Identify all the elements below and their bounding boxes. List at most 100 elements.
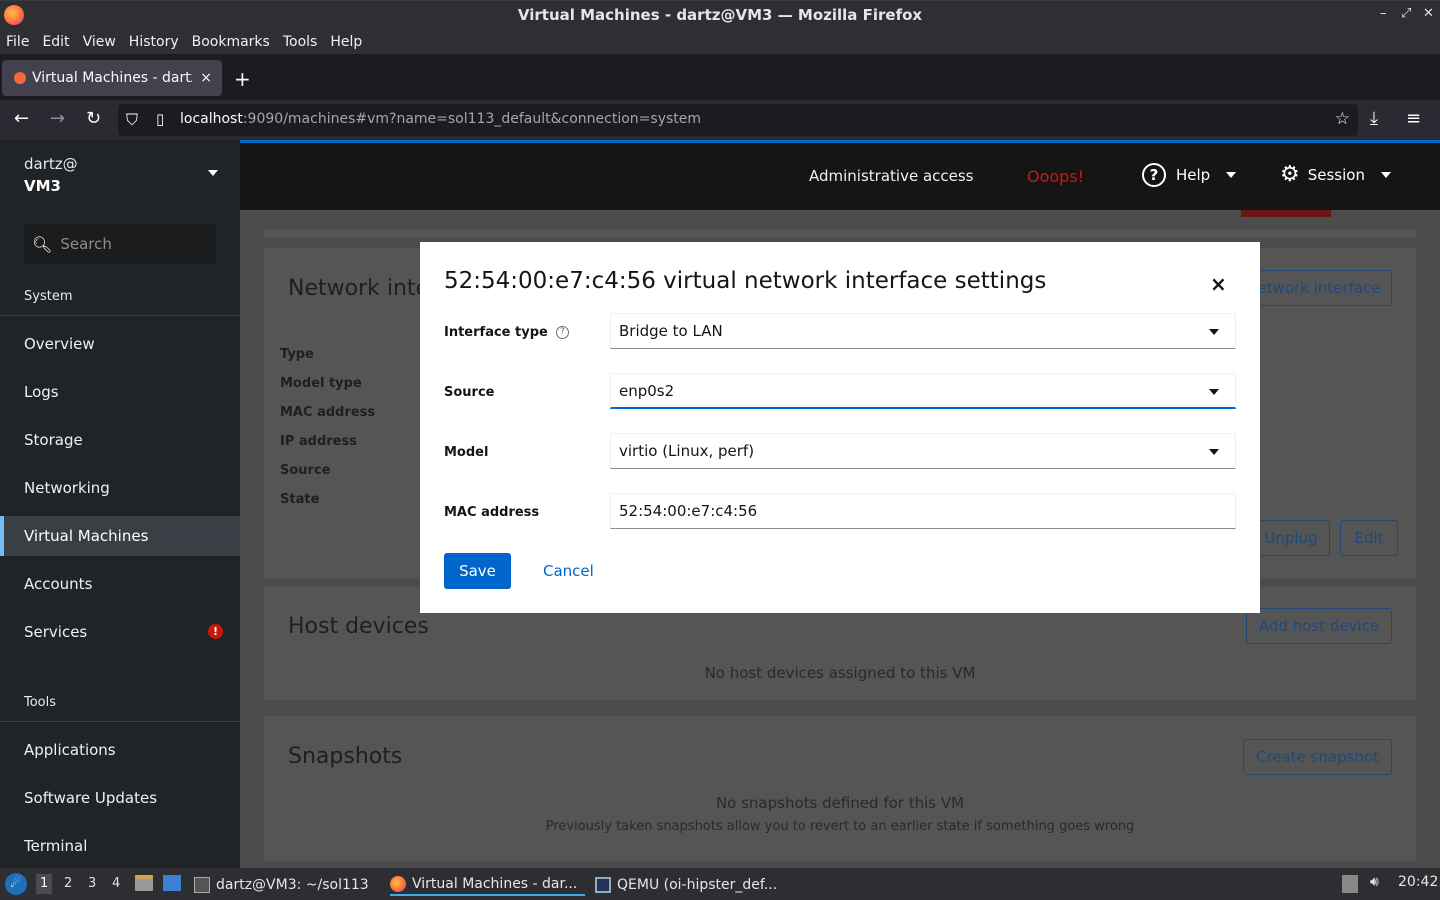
help-circle-icon[interactable]: ? (555, 326, 569, 339)
downloads-icon[interactable]: ⤓ (1370, 108, 1378, 129)
close-window-button[interactable]: ✕ (1423, 6, 1434, 21)
session-label: Session (1307, 166, 1365, 184)
chevron-down-icon (1226, 172, 1237, 178)
sidebar-item-services[interactable]: Services ! (0, 612, 240, 652)
sidebar-item-logs[interactable]: Logs (0, 372, 240, 412)
source-select[interactable]: enp0s2 (610, 373, 1236, 409)
chevron-down-icon (1209, 389, 1219, 395)
sidebar-item-terminal[interactable]: Terminal (0, 826, 240, 866)
workspace-2[interactable]: 2 (64, 876, 72, 891)
sidebar-item-storage[interactable]: Storage (0, 420, 240, 460)
snapshots-title: Snapshots (288, 744, 403, 769)
sidebar-item-networking[interactable]: Networking (0, 468, 240, 508)
cockpit-favicon-icon (14, 72, 26, 84)
host-switcher[interactable]: dartz@ VM3 (24, 155, 78, 195)
cockpit-sidebar: dartz@ VM3 🔍︎ System Overview Logs Stora… (0, 140, 240, 868)
volume-icon[interactable]: 🔊︎ (1370, 874, 1379, 890)
minimize-button[interactable]: – (1380, 6, 1387, 21)
source-label: Source (444, 385, 495, 400)
network-interface-settings-dialog: 52:54:00:e7:c4:56 virtual network interf… (420, 242, 1260, 613)
firefox-icon (390, 876, 406, 892)
sidebar-item-label: Services (24, 623, 88, 641)
chevron-down-icon (1380, 172, 1391, 178)
task-firefox[interactable]: Virtual Machines - dar... (390, 874, 586, 896)
shield-icon[interactable]: ⛉ (126, 110, 138, 130)
unplug-button[interactable]: Unplug (1252, 520, 1330, 556)
ooops-button[interactable]: Ooops! (1027, 167, 1084, 186)
clock[interactable]: 20:42 (1398, 874, 1438, 890)
url-bar[interactable]: ⛉ ▯ localhost:9090/machines#vm?name=sol1… (118, 104, 1358, 136)
source-value: enp0s2 (619, 381, 675, 400)
start-menu-icon[interactable]: ☄ (5, 873, 27, 895)
administrative-access-button[interactable]: Administrative access (809, 167, 974, 185)
section-system: System (24, 289, 73, 304)
forward-button[interactable]: → (50, 108, 65, 129)
save-button[interactable]: Save (444, 553, 511, 589)
workspace-4[interactable]: 4 (112, 876, 120, 891)
field-label: Model type (280, 376, 362, 391)
menu-bookmarks[interactable]: Bookmarks (192, 34, 270, 50)
snapshots-empty-text: No snapshots defined for this VM (715, 794, 965, 812)
mac-address-label: MAC address (444, 505, 540, 520)
bookmark-star-icon[interactable]: ☆ (1335, 109, 1350, 129)
page-icon: ▯ (156, 110, 165, 128)
new-tab-button[interactable]: + (234, 67, 251, 91)
sidebar-item-applications[interactable]: Applications (0, 730, 240, 770)
divider (0, 315, 240, 316)
add-network-interface-button[interactable]: etwork interface (1246, 270, 1392, 306)
chevron-down-icon (1209, 449, 1219, 455)
model-value: virtio (Linux, perf) (619, 442, 755, 460)
sidebar-search[interactable]: 🔍︎ (24, 224, 216, 264)
field-label: MAC address (280, 405, 376, 420)
tab-virtual-machines[interactable]: Virtual Machines - dartz@ × (2, 60, 222, 96)
menu-view[interactable]: View (83, 34, 116, 50)
window-titlebar: Virtual Machines - dartz@VM3 — Mozilla F… (0, 0, 1440, 29)
clipboard-icon[interactable] (1342, 875, 1358, 893)
menu-file[interactable]: File (6, 34, 29, 50)
hamburger-menu-icon[interactable]: ≡ (1406, 108, 1421, 129)
model-label: Model (444, 445, 489, 460)
sidebar-item-accounts[interactable]: Accounts (0, 564, 240, 604)
navigation-bar: ← → ↻ ⛉ ▯ localhost:9090/machines#vm?nam… (0, 100, 1440, 140)
interface-type-select[interactable]: Bridge to LAN (610, 313, 1236, 349)
interface-type-value: Bridge to LAN (619, 322, 723, 340)
help-menu[interactable]: ? Help (1142, 163, 1237, 187)
menu-tools[interactable]: Tools (283, 34, 318, 50)
reload-button[interactable]: ↻ (86, 108, 101, 129)
model-select[interactable]: virtio (Linux, perf) (610, 433, 1236, 469)
edit-button[interactable]: Edit (1340, 520, 1398, 556)
sidebar-item-virtual-machines[interactable]: Virtual Machines (0, 516, 240, 556)
sidebar-item-software-updates[interactable]: Software Updates (0, 778, 240, 818)
menu-edit[interactable]: Edit (42, 34, 69, 50)
cancel-button[interactable]: Cancel (533, 553, 604, 589)
close-icon[interactable]: × (1210, 272, 1227, 296)
menu-history[interactable]: History (129, 34, 179, 50)
menu-help[interactable]: Help (330, 34, 362, 50)
search-icon: 🔍︎ (32, 234, 53, 254)
task-qemu[interactable]: QEMU (oi-hipster_def... (595, 874, 777, 896)
mac-address-input[interactable] (610, 493, 1236, 529)
sidebar-item-overview[interactable]: Overview (0, 324, 240, 364)
host-dropdown-icon[interactable] (208, 170, 218, 176)
workspace-3[interactable]: 3 (88, 876, 96, 891)
url-text[interactable]: localhost:9090/machines#vm?name=sol113_d… (180, 111, 701, 127)
maximize-button[interactable]: ⤢ (1401, 6, 1411, 21)
field-label: Source (280, 463, 331, 478)
show-desktop-icon[interactable] (163, 875, 181, 891)
search-input[interactable] (60, 235, 211, 253)
task-label: Virtual Machines - dar... (412, 876, 578, 892)
window-title: Virtual Machines - dartz@VM3 — Mozilla F… (517, 6, 923, 24)
file-manager-icon[interactable] (135, 875, 153, 891)
add-host-device-button[interactable]: Add host device (1246, 608, 1392, 644)
host-name: VM3 (24, 177, 61, 195)
task-terminal[interactable]: dartz@VM3: ~/sol113 (194, 874, 369, 896)
taskbar: ☄ 1 2 3 4 dartz@VM3: ~/sol113 Virtual Ma… (0, 868, 1440, 900)
workspace-1[interactable]: 1 (36, 874, 53, 894)
back-button[interactable]: ← (14, 108, 29, 129)
create-snapshot-button[interactable]: Create snapshot (1243, 739, 1392, 775)
tab-close-icon[interactable]: × (200, 70, 212, 86)
help-label: Help (1176, 166, 1211, 184)
menu-bar: File Edit View History Bookmarks Tools H… (0, 29, 1440, 54)
tab-bar: Virtual Machines - dartz@ × + (0, 54, 1440, 100)
session-menu[interactable]: ⚙ Session (1280, 164, 1391, 186)
